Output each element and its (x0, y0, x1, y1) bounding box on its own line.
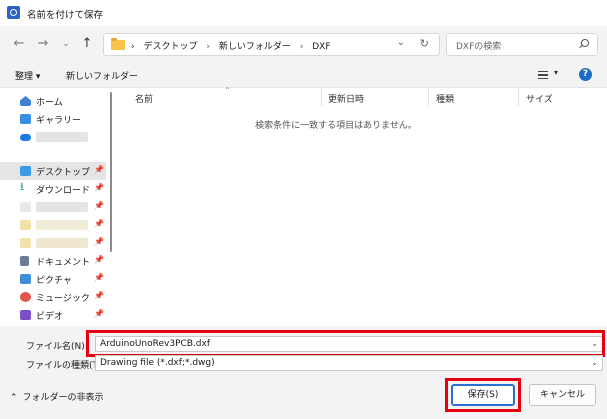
pin-icon: 📌 (94, 165, 104, 174)
breadcrumb-separator: › (131, 42, 135, 52)
forward-arrow-icon[interactable]: → (34, 35, 52, 53)
filetype-label: ファイルの種類(T): (26, 361, 105, 371)
sidebar-item-label: ドキュメント (36, 258, 91, 268)
empty-message: 検索条件に一致する項目はありません。 (255, 121, 417, 131)
window-title: 名前を付けて保存 (27, 10, 104, 21)
sidebar-item-label: ギャラリー (36, 116, 82, 126)
breadcrumb-separator: › (206, 42, 210, 52)
sidebar-item-redacted[interactable]: 📌 (0, 216, 106, 234)
address-bar[interactable]: › デスクトップ › 新しいフォルダー › DXF ⌄ ↻ (103, 33, 440, 56)
breadcrumb: › デスクトップ › 新しいフォルダー › DXF (131, 39, 331, 52)
breadcrumb-separator: › (299, 42, 304, 52)
onedrive-icon (20, 134, 31, 141)
folder-name-redacted (36, 202, 88, 212)
sidebar-item-music[interactable]: ミュージック 📌 (0, 288, 106, 306)
file-list: ⌃ 名前 更新日時 種類 サイズ 検索条件に一致する項目はありません。 (116, 86, 607, 326)
sidebar-item-label: ピクチャ (36, 276, 72, 286)
pin-icon: 📌 (94, 237, 104, 246)
new-folder-button[interactable]: 新しいフォルダー (66, 69, 138, 82)
pin-icon: 📌 (94, 183, 104, 192)
column-divider[interactable] (428, 88, 429, 106)
sidebar-item-documents[interactable]: ドキュメント 📌 (0, 252, 106, 270)
sidebar-scrollbar[interactable] (110, 92, 112, 252)
command-toolbar: 整理 ▾ 新しいフォルダー ▾ ? (0, 62, 607, 88)
view-chevron-icon[interactable]: ▾ (554, 68, 558, 77)
recent-locations-chevron-icon[interactable]: ⌄ (57, 35, 75, 53)
filetype-select[interactable]: Drawing file (*.dxf;*.dwg) ⌄ (95, 355, 603, 371)
column-divider[interactable] (321, 88, 322, 106)
save-button[interactable]: 保存(S) (451, 384, 515, 406)
filetype-value: Drawing file (*.dxf;*.dwg) (100, 358, 215, 368)
navigation-bar: ← → ⌄ ↑ › デスクトップ › 新しいフォルダー › DXF ⌄ ↻ DX… (0, 26, 607, 62)
sidebar-item-label: ミュージック (36, 294, 90, 304)
navigation-pane: ホーム ギャラリー デスクトップ 📌 ⭳ ダウンロード 📌 📌 📌 📌 ドキュメ… (0, 88, 116, 326)
account-name-redacted (36, 132, 88, 142)
sidebar-item-redacted[interactable]: 📌 (0, 198, 106, 216)
download-icon: ⭳ (20, 180, 24, 193)
column-header-name[interactable]: 名前 (135, 92, 153, 105)
pin-icon: 📌 (94, 255, 104, 264)
gallery-icon (20, 114, 31, 124)
filetype-chevron-icon[interactable]: ⌄ (591, 358, 598, 367)
pin-icon: 📌 (94, 291, 104, 300)
view-options-icon[interactable] (538, 71, 548, 79)
column-header-size[interactable]: サイズ (526, 92, 553, 105)
sidebar-item-label: ダウンロード (36, 186, 91, 196)
breadcrumb-desktop[interactable]: デスクトップ (143, 42, 197, 52)
column-header-date[interactable]: 更新日時 (328, 92, 364, 105)
folder-icon (20, 202, 31, 212)
back-arrow-icon[interactable]: ← (10, 35, 28, 53)
sidebar-item-label: デスクトップ (36, 168, 91, 178)
folder-icon (20, 220, 31, 230)
help-icon[interactable]: ? (579, 68, 592, 81)
filename-label: ファイル名(N): (26, 342, 88, 352)
pin-icon: 📌 (94, 309, 104, 318)
pin-icon: 📌 (94, 273, 104, 282)
filename-highlight (86, 330, 605, 357)
sidebar-item-downloads[interactable]: ⭳ ダウンロード 📌 (0, 180, 106, 198)
refresh-icon[interactable]: ↻ (420, 37, 429, 50)
up-arrow-icon[interactable]: ↑ (78, 35, 96, 53)
title-bar: 名前を付けて保存 (0, 0, 607, 26)
hide-folders-button[interactable]: ⌃ フォルダーの非表示 (10, 390, 104, 403)
column-header-type[interactable]: 種類 (436, 92, 454, 105)
folder-name-redacted (36, 220, 88, 230)
folder-icon (20, 238, 31, 248)
breadcrumb-new-folder[interactable]: 新しいフォルダー (219, 42, 291, 52)
document-icon (20, 256, 29, 266)
organize-button[interactable]: 整理 ▾ (15, 69, 40, 82)
pin-icon: 📌 (94, 219, 104, 228)
picture-icon (20, 274, 31, 284)
breadcrumb-dxf[interactable]: DXF (312, 42, 330, 52)
search-box[interactable]: DXFの検索 (446, 33, 598, 56)
sidebar-item-desktop[interactable]: デスクトップ 📌 (0, 162, 106, 180)
search-icon (581, 39, 589, 47)
sidebar-item-gallery[interactable]: ギャラリー (0, 110, 106, 128)
app-icon (7, 6, 20, 19)
sidebar-item-onedrive[interactable] (0, 128, 106, 146)
music-icon (20, 292, 31, 302)
search-input[interactable]: DXFの検索 (456, 39, 501, 52)
sidebar-item-label: ビデオ (36, 312, 64, 322)
sidebar-item-pictures[interactable]: ピクチャ 📌 (0, 270, 106, 288)
address-history-chevron-icon[interactable]: ⌄ (397, 37, 405, 48)
pin-icon: 📌 (94, 201, 104, 210)
sidebar-item-label: ホーム (36, 98, 63, 108)
save-form: ファイル名(N): ArduinoUnoRev3PCB.dxf ⌄ ファイルの種… (0, 326, 607, 419)
hide-folders-label: フォルダーの非表示 (22, 393, 104, 403)
video-icon (20, 310, 31, 320)
chevron-up-icon: ⌃ (10, 393, 18, 403)
column-divider[interactable] (518, 88, 519, 106)
sidebar-item-redacted[interactable]: 📌 (0, 234, 106, 252)
sidebar-item-videos[interactable]: ビデオ 📌 (0, 306, 106, 324)
sidebar-item-home[interactable]: ホーム (0, 92, 106, 110)
folder-name-redacted (36, 238, 88, 248)
sort-arrow-icon: ⌃ (224, 86, 231, 95)
cancel-button[interactable]: キャンセル (529, 384, 596, 406)
home-icon (20, 96, 31, 106)
desktop-icon (20, 166, 31, 176)
folder-icon (111, 38, 125, 50)
